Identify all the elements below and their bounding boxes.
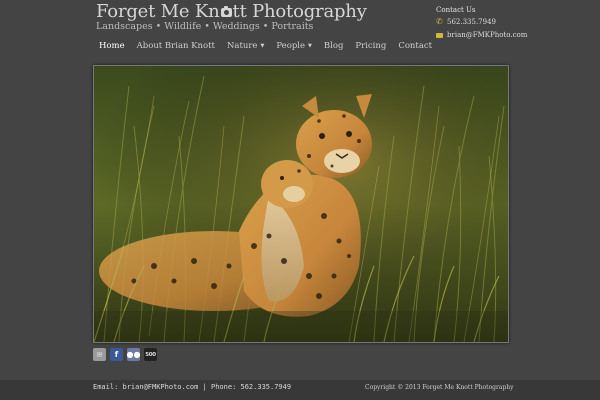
flickr-icon[interactable]: ●● (127, 348, 140, 361)
footer: Email: brian@FMKPhoto.com | Phone: 562.3… (0, 380, 600, 400)
email-share-icon[interactable]: ✉ (93, 348, 106, 361)
contact-phone: ✆ 562.335.7949 (436, 16, 586, 28)
header-contact: Contact Us ✆ 562.335.7949 brian@FMKPhoto… (436, 5, 586, 41)
facebook-icon[interactable]: f (110, 348, 123, 361)
contact-phone-number: 562.335.7949 (447, 18, 496, 26)
contact-email[interactable]: brian@FMKPhoto.com (436, 29, 586, 41)
nav-people-label: People (276, 41, 306, 51)
nav-contact[interactable]: Contact (392, 36, 438, 56)
contact-email-address[interactable]: brian@FMKPhoto.com (447, 31, 527, 39)
chevron-down-icon: ▼ (260, 43, 265, 49)
social-links: ✉ f ●● 500 (93, 348, 157, 361)
site-title[interactable]: Forget Me Kn tt Photography (96, 1, 367, 22)
nav-pricing-label: Pricing (355, 41, 387, 51)
main-nav: Home About Brian Knott Nature ▼ People ▼ B… (93, 36, 438, 56)
nav-home-label: Home (99, 41, 125, 51)
footer-contact: Email: brian@FMKPhoto.com | Phone: 562.3… (93, 383, 292, 391)
site-title-part-1: Forget Me Kn (96, 1, 220, 22)
leopard-photo (94, 66, 508, 342)
site-title-part-2: tt Photography (232, 1, 367, 22)
phone-icon: ✆ (436, 17, 443, 26)
nav-nature[interactable]: Nature ▼ (221, 36, 270, 56)
chevron-down-icon: ▼ (308, 43, 312, 49)
nav-nature-label: Nature (226, 41, 258, 51)
camera-icon (220, 6, 232, 17)
nav-home[interactable]: Home (93, 36, 131, 56)
nav-about[interactable]: About Brian Knott (131, 36, 221, 56)
nav-contact-label: Contact (398, 41, 433, 51)
nav-blog[interactable]: Blog (318, 36, 350, 56)
site-tagline: Landscapes • Wildlife • Weddings • Portr… (96, 21, 314, 32)
nav-people[interactable]: People ▼ (270, 36, 318, 56)
contact-heading: Contact Us (436, 6, 476, 14)
footer-copyright: Copyright © 2013 Forget Me Knott Photogr… (365, 384, 514, 391)
nav-about-label: About Brian Knott (136, 41, 215, 51)
500px-icon[interactable]: 500 (144, 348, 157, 361)
nav-pricing[interactable]: Pricing (349, 36, 392, 56)
hero-photo (93, 65, 509, 343)
nav-blog-label: Blog (323, 41, 344, 51)
